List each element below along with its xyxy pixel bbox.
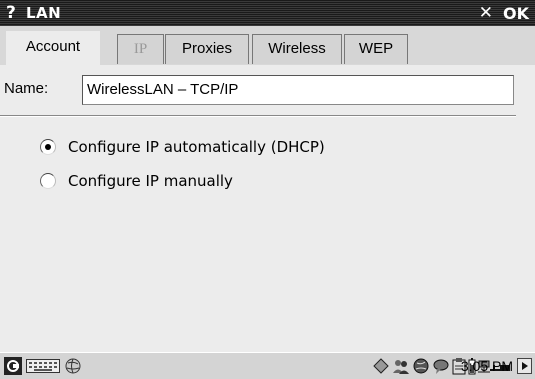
start-menu-icon[interactable] <box>4 357 22 375</box>
radio-dhcp[interactable]: Configure IP automatically (DHCP) <box>40 137 360 159</box>
radio-button-selected[interactable] <box>40 139 56 155</box>
close-button[interactable]: ✕ <box>479 3 493 23</box>
clock[interactable]: 3:05 PM <box>461 358 513 374</box>
globe-icon[interactable] <box>412 357 430 375</box>
name-field[interactable]: WirelessLAN – TCP/IP <box>82 75 514 105</box>
chevron-right-icon <box>522 362 528 370</box>
radio-dot <box>45 144 51 150</box>
radio-button[interactable] <box>40 173 56 189</box>
account-panel: Name: WirelessLAN – TCP/IP Configure IP … <box>0 65 535 352</box>
ok-button[interactable]: OK <box>503 4 529 23</box>
radio-dhcp-label[interactable]: Configure IP automatically (DHCP) <box>68 138 325 156</box>
title-bar: ? LAN ✕ OK <box>0 0 535 26</box>
name-label: Name: <box>4 80 49 97</box>
network-globe-icon[interactable] <box>64 357 82 375</box>
keyboard-icon[interactable] <box>26 357 60 375</box>
name-row: Name: WirelessLAN – TCP/IP <box>0 71 535 107</box>
tab-ip: IP <box>117 34 164 64</box>
taskbar-arrow-button[interactable] <box>517 358 532 374</box>
taskbar: 3:05 PM <box>0 352 535 379</box>
help-button[interactable]: ? <box>6 3 16 23</box>
radio-manual[interactable]: Configure IP manually <box>40 171 260 193</box>
window-title: LAN <box>26 4 62 22</box>
tab-wireless[interactable]: Wireless <box>252 34 342 64</box>
tab-wep[interactable]: WEP <box>344 34 408 64</box>
people-icon[interactable] <box>392 357 410 375</box>
tab-account[interactable]: Account <box>6 31 100 65</box>
radio-manual-label[interactable]: Configure IP manually <box>68 172 233 190</box>
diamond-icon[interactable] <box>372 357 390 375</box>
speech-bubble-icon[interactable] <box>432 357 450 375</box>
tab-bar: Account IP Proxies Wireless WEP <box>0 26 535 65</box>
divider <box>0 115 516 117</box>
tab-proxies[interactable]: Proxies <box>165 34 249 64</box>
